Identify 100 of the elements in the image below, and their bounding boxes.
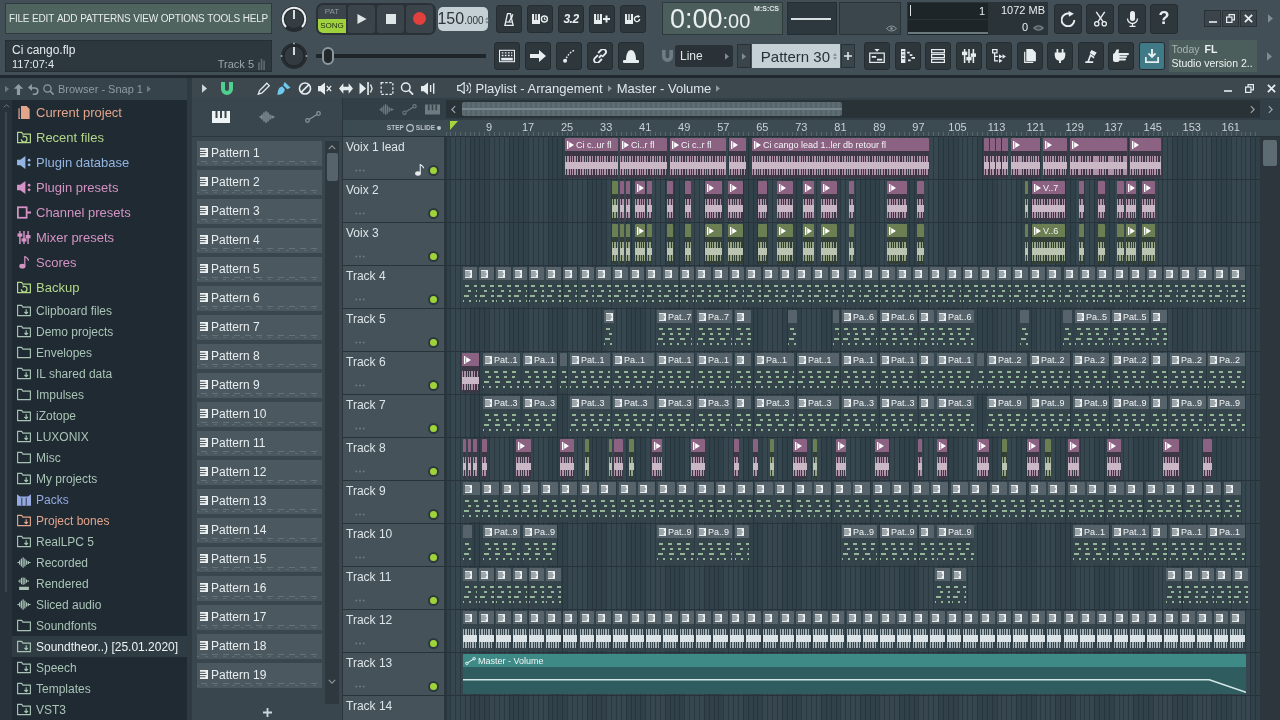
audio-clip[interactable] <box>635 181 645 221</box>
track-header[interactable]: Voix 1 lead <box>343 137 446 179</box>
track-header[interactable]: Track 11 <box>343 567 446 609</box>
menu-item[interactable]: FILE <box>9 11 30 26</box>
pattern-clip[interactable]: Pa..2 <box>1170 353 1206 393</box>
pattern-clip[interactable] <box>729 267 745 307</box>
waveform-icon[interactable] <box>379 103 394 115</box>
track-header[interactable]: Track 9 <box>343 481 446 523</box>
audio-clip[interactable] <box>1002 439 1007 479</box>
audio-clip[interactable] <box>836 439 846 479</box>
browser-item[interactable]: Plugin database <box>12 150 187 175</box>
down-chevron-icon[interactable] <box>328 679 336 684</box>
browser-item[interactable]: Packs <box>12 489 187 510</box>
pattern-clip[interactable]: Pa..1 <box>755 353 794 393</box>
pattern-clip[interactable] <box>1146 267 1162 307</box>
audio-clip[interactable] <box>620 224 624 264</box>
curve-button[interactable] <box>556 42 582 70</box>
pattern-clip[interactable] <box>996 267 1012 307</box>
pattern-clip[interactable] <box>833 482 851 522</box>
audio-clip[interactable] <box>705 224 722 264</box>
track-header[interactable]: Voix 2 <box>343 180 446 222</box>
pattern-clip[interactable] <box>579 611 595 651</box>
audio-clip[interactable] <box>1130 138 1161 178</box>
menu-item[interactable]: EDIT <box>32 11 55 26</box>
tool-button[interactable] <box>358 80 374 96</box>
pattern-clip[interactable] <box>1063 611 1079 651</box>
audio-clip[interactable] <box>609 439 612 479</box>
pattern-item[interactable]: Pattern 12 <box>197 460 322 485</box>
plugin-button[interactable] <box>1047 42 1073 70</box>
pattern-clip[interactable] <box>1130 267 1145 307</box>
pattern-clip[interactable] <box>775 482 793 522</box>
pattern-clip[interactable] <box>662 267 678 307</box>
browser-item[interactable]: Soundtheor..) [25.01.2020] <box>12 636 187 657</box>
pattern-clip[interactable] <box>479 611 494 651</box>
pattern-clip[interactable] <box>529 568 545 608</box>
browser-item[interactable]: Clipboard files <box>12 300 187 321</box>
pattern-clip[interactable] <box>638 482 656 522</box>
track-header[interactable]: Track 5 <box>343 309 446 351</box>
pattern-clip[interactable] <box>892 482 910 522</box>
browser-item[interactable]: Demo projects <box>12 321 187 342</box>
track-switch[interactable] <box>428 337 439 348</box>
pattern-clip[interactable] <box>746 267 761 307</box>
audio-clip[interactable] <box>652 439 662 479</box>
pattern-clip[interactable] <box>779 267 795 307</box>
pattern-clip[interactable] <box>1030 611 1045 651</box>
audio-clip[interactable] <box>1002 138 1008 178</box>
menu-item[interactable]: PATTERNS <box>80 11 131 26</box>
audio-clip[interactable] <box>793 439 807 479</box>
pattern-clip[interactable]: Pat..3 <box>657 396 694 436</box>
audio-clip[interactable] <box>803 181 814 221</box>
audio-clip[interactable] <box>990 138 995 178</box>
pattern-item[interactable]: Pattern 5 <box>197 257 322 282</box>
menu-item[interactable]: VIEW <box>133 11 158 26</box>
audio-clip[interactable] <box>1043 138 1067 178</box>
browser-item[interactable]: Templates <box>12 678 187 699</box>
audio-clip[interactable] <box>1098 181 1105 221</box>
pattern-clip[interactable]: Pa..9 <box>697 525 732 565</box>
pattern-clip[interactable]: Pa..5 <box>1075 310 1110 350</box>
pattern-clip[interactable] <box>1020 310 1029 350</box>
pattern-clip[interactable] <box>560 482 578 522</box>
mixer-button[interactable] <box>955 42 982 70</box>
scroll-thumb[interactable] <box>1263 140 1277 166</box>
breadcrumb[interactable]: Master - Volume <box>616 80 712 96</box>
audio-clip[interactable] <box>849 181 854 221</box>
pattern-clip[interactable] <box>1145 482 1163 522</box>
audio-clip[interactable] <box>1107 439 1121 479</box>
pattern-clip[interactable] <box>657 482 675 522</box>
pattern-clip[interactable]: Pa..1 <box>1208 525 1245 565</box>
pattern-item[interactable]: Pattern 9 <box>197 373 322 398</box>
pattern-clip[interactable] <box>512 267 528 307</box>
tempo-field[interactable]: 150.000 <box>438 6 488 31</box>
pattern-clip[interactable] <box>1013 267 1029 307</box>
browser-item[interactable]: Rendered <box>12 573 187 594</box>
track-switch[interactable] <box>428 423 439 434</box>
news-panel[interactable]: Today FL Studio version 2.. <box>1168 40 1257 72</box>
audio-clip[interactable] <box>758 224 767 264</box>
play-button[interactable] <box>348 4 375 33</box>
automation-clip[interactable]: Master - Volume <box>463 654 1246 694</box>
loop-record-button[interactable] <box>620 4 646 33</box>
pattern-clip[interactable]: Pat..9 <box>1073 396 1109 436</box>
pattern-clip[interactable] <box>521 482 539 522</box>
pattern-clip[interactable] <box>496 611 511 651</box>
pattern-clip[interactable] <box>496 267 511 307</box>
audio-clip[interactable] <box>1203 439 1212 479</box>
volume-knob[interactable] <box>280 4 308 33</box>
pattern-clip[interactable]: Pa..9 <box>842 525 877 565</box>
pattern-clip[interactable] <box>879 611 895 651</box>
pattern-clip[interactable] <box>1063 310 1072 350</box>
browser-item[interactable]: Current project <box>12 100 187 125</box>
scissors-button[interactable] <box>1086 3 1114 34</box>
pattern-clip[interactable] <box>462 267 478 307</box>
pattern-clip[interactable]: Pa..3 <box>523 396 557 436</box>
audio-clip[interactable] <box>468 439 471 479</box>
pattern-clip[interactable] <box>713 611 728 651</box>
pattern-clip[interactable] <box>813 267 828 307</box>
piano-roll-button[interactable] <box>894 42 921 70</box>
copy-button[interactable] <box>1016 42 1043 70</box>
pattern-clip[interactable] <box>919 310 934 350</box>
audio-clip[interactable] <box>821 224 837 264</box>
browser-item[interactable]: Soundfonts <box>12 615 187 636</box>
